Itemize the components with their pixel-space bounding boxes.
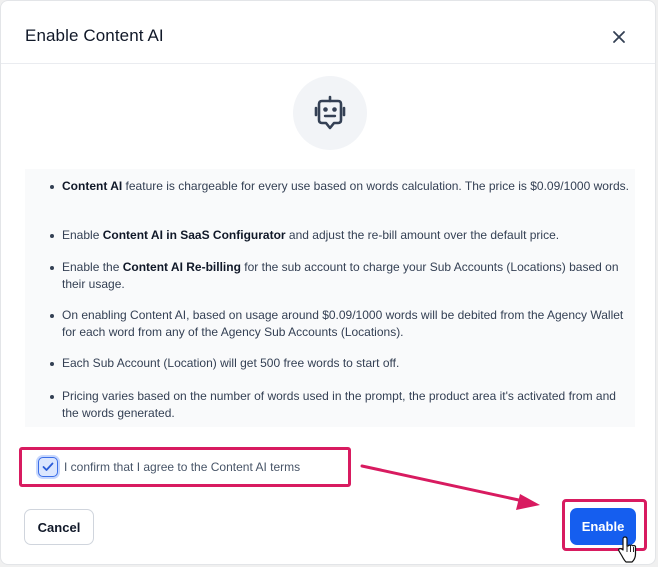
confirm-terms-label[interactable]: I confirm that I agree to the Content AI… [64,460,300,474]
dialog-title: Enable Content AI [25,26,164,45]
info-item: Pricing varies based on the number of wo… [50,388,634,421]
header-divider [1,63,655,64]
close-icon[interactable] [607,25,631,49]
enable-content-ai-dialog: Enable Content AI Content AI feature is … [0,0,656,565]
info-item: Each Sub Account (Location) will get 500… [50,355,634,372]
robot-icon [314,95,346,130]
confirm-terms-checkbox[interactable] [38,457,58,477]
checkmark-icon [42,462,54,471]
info-item: Enable the Content AI Re-billing for the… [50,259,634,292]
info-item: On enabling Content AI, based on usage a… [50,307,634,340]
content-ai-info-panel: Content AI feature is chargeable for eve… [25,169,635,427]
info-item: Enable Content AI in SaaS Configurator a… [50,227,634,244]
info-item: Content AI feature is chargeable for eve… [50,178,634,195]
hand-cursor-icon [618,536,637,563]
cancel-button[interactable]: Cancel [24,509,94,545]
robot-icon-circle [293,76,367,150]
